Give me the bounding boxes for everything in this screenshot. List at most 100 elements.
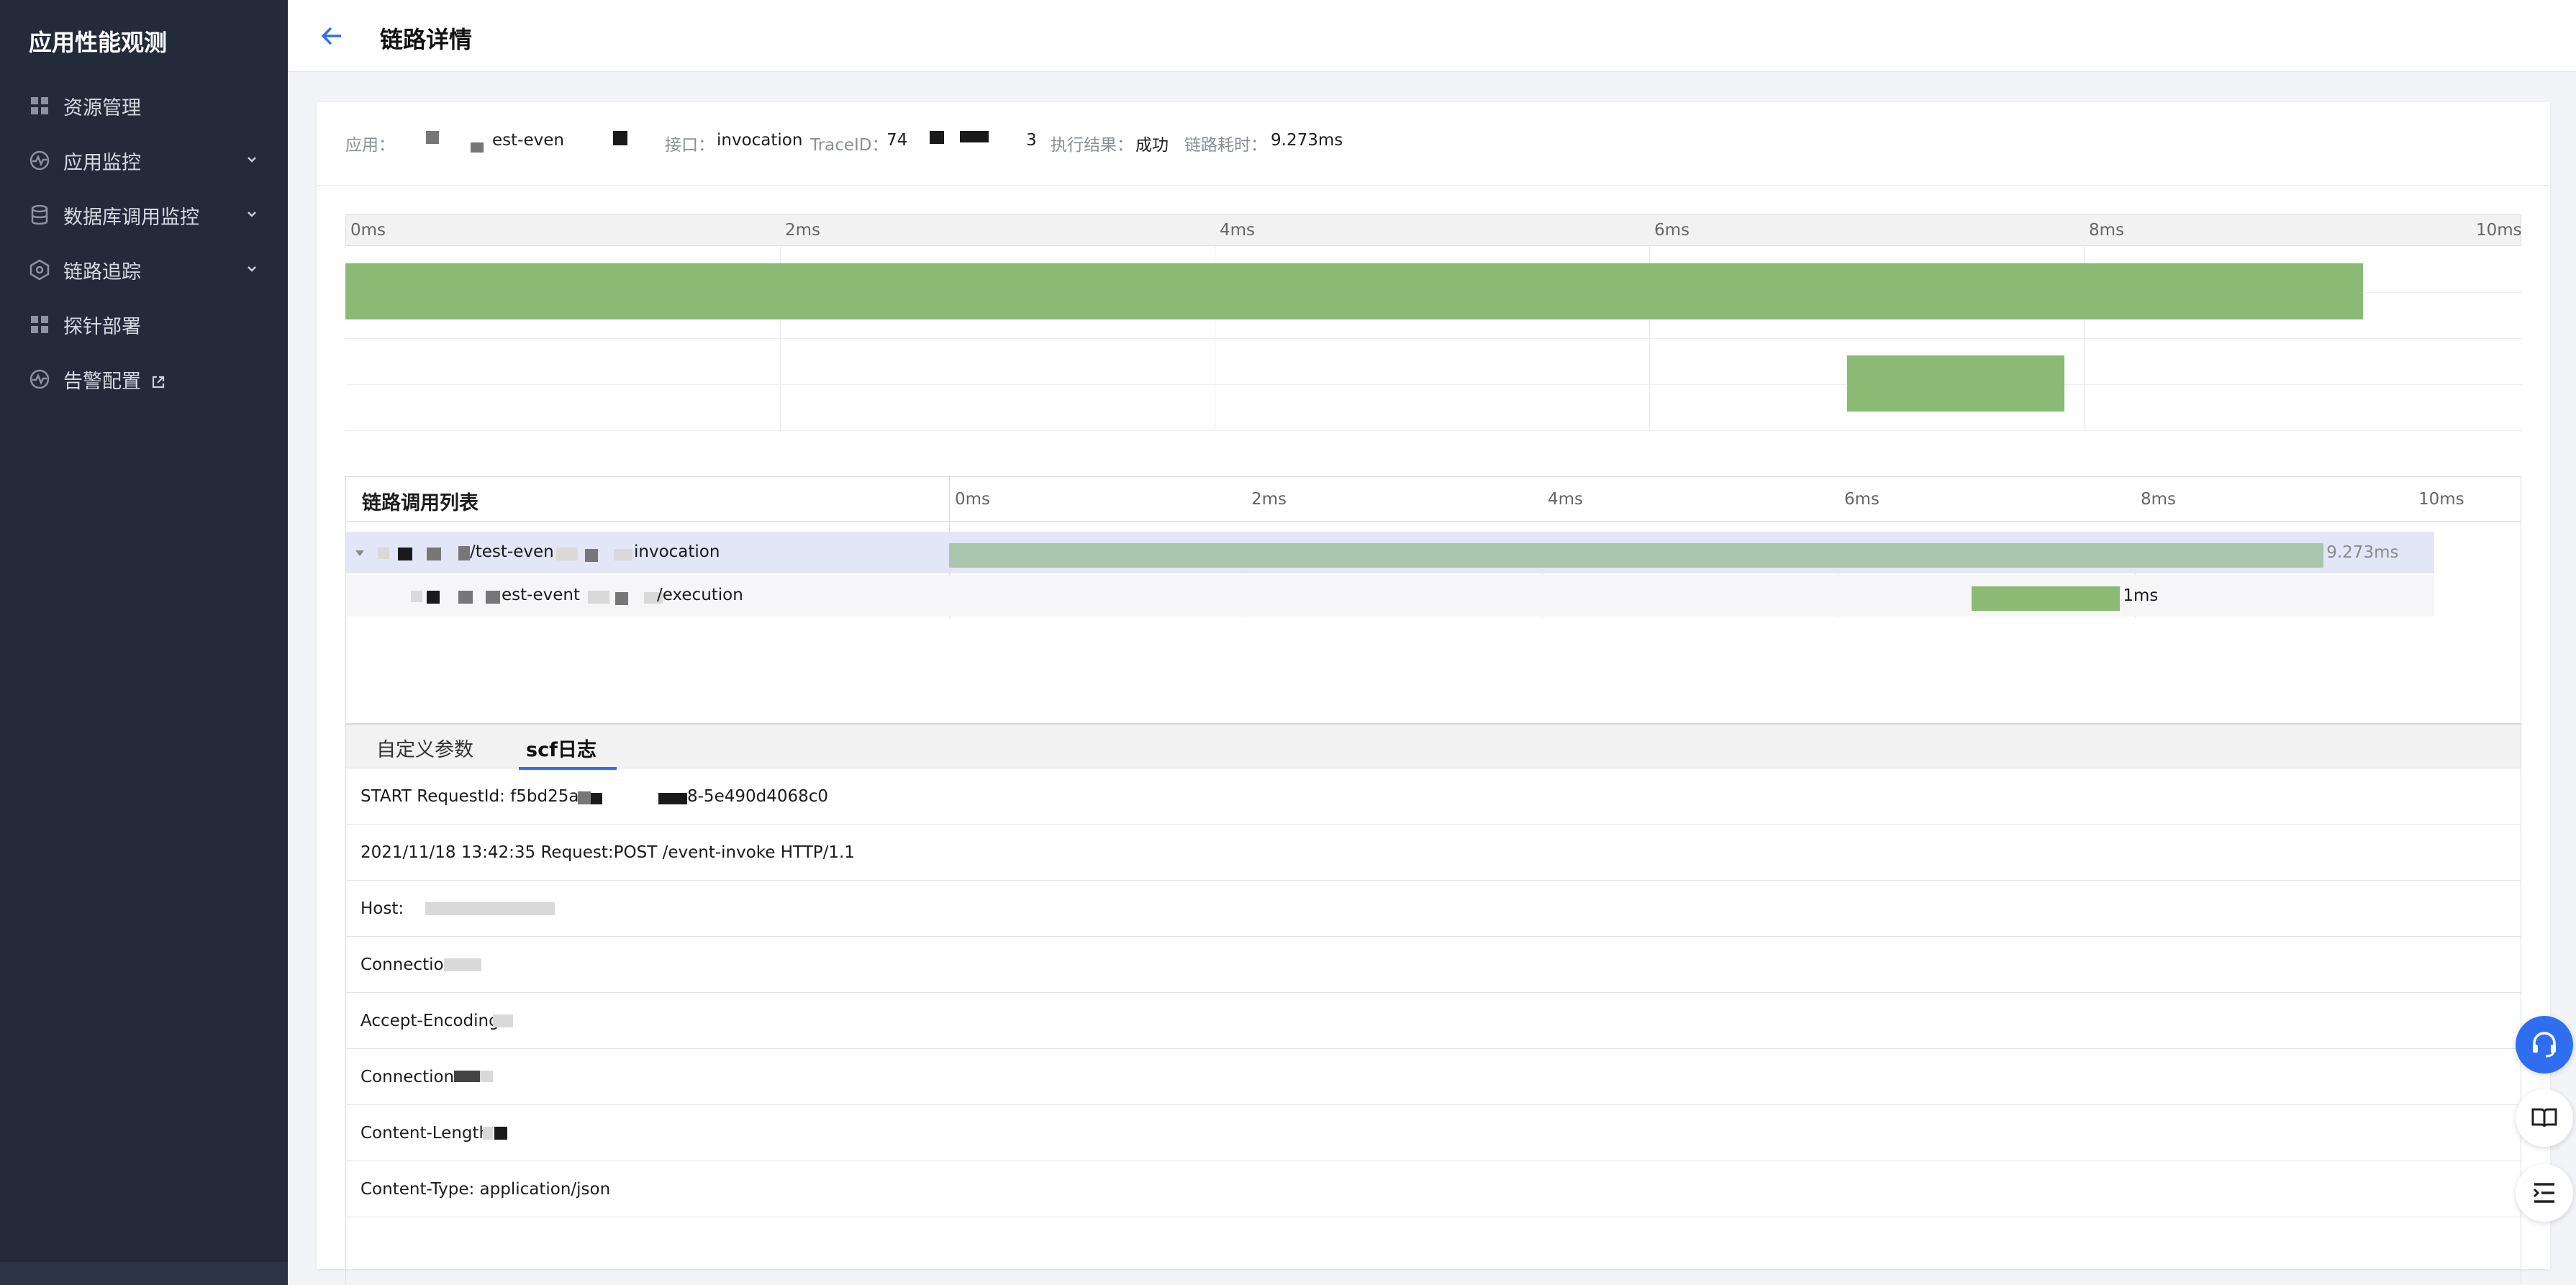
redacted-block <box>471 142 484 153</box>
log-line: 2021/11/18 13:42:35 Request:POST /event-… <box>346 825 2521 881</box>
redacted-block <box>614 549 632 560</box>
trace-row-name-suffix: invocation <box>634 542 720 561</box>
trace-list-tick: 0ms <box>955 490 991 509</box>
overview-tick: 8ms <box>2089 221 2125 240</box>
trace-row-name-prefix: est-event <box>502 586 580 604</box>
tab-scf-log[interactable]: scf日志 <box>526 734 597 762</box>
redacted-block <box>588 591 609 604</box>
redacted-block <box>411 591 422 602</box>
redacted-block <box>427 548 441 560</box>
app-value: est-even <box>492 131 564 150</box>
overview-tick: 10ms <box>2476 221 2522 240</box>
log-line: START RequestId: f5bd25a 8-5e490d4068c0 <box>346 768 2521 825</box>
redacted-block <box>426 131 439 144</box>
redacted-block <box>960 131 989 142</box>
trace-list-tick: 10ms <box>2418 490 2464 509</box>
log-line: Connection <box>346 1049 2521 1105</box>
sidebar-item-label: 告警配置 <box>63 365 165 394</box>
redacted-block <box>486 591 500 604</box>
log-panel: 自定义参数 scf日志 START RequestId: f5bd25a 8-5… <box>345 724 2521 1285</box>
sidebar-item-probe-deploy[interactable]: 探针部署 <box>0 302 288 347</box>
sidebar-item-label-text: 告警配置 <box>63 370 141 393</box>
sidebar-title: 应用性能观测 <box>29 29 168 56</box>
external-link-icon <box>152 376 165 389</box>
detail-tabs: 自定义参数 scf日志 <box>346 724 2521 770</box>
menu-toggle-button[interactable] <box>2516 1164 2573 1222</box>
trace-row-span-bar[interactable] <box>1972 586 2121 611</box>
redacted-block <box>591 793 602 804</box>
redacted-block <box>585 549 598 562</box>
overview-span-bar[interactable] <box>1846 355 2064 412</box>
trace-call-list: 链路调用列表 0ms 2ms 4ms 6ms 8ms 10ms /test-ev… <box>345 476 2521 724</box>
grid-line <box>345 384 2521 385</box>
overview-axis: 0ms 2ms 4ms 6ms 8ms 10ms <box>345 214 2522 246</box>
trace-row-duration: 9.273ms <box>2326 543 2399 562</box>
redacted-block <box>615 592 628 605</box>
trace-list-title: 链路调用列表 <box>362 492 479 514</box>
sidebar-item-trace[interactable]: 链路追踪 <box>0 248 288 292</box>
trace-row-duration: 1ms <box>2123 586 2159 605</box>
grid-line <box>345 430 2521 431</box>
log-line: Connection. <box>346 937 2521 993</box>
chevron-down-icon[interactable] <box>245 262 259 276</box>
redacted-block <box>425 902 555 915</box>
trace-row-name-prefix: /test-even <box>470 542 554 561</box>
pulse-icon <box>29 150 50 171</box>
redacted-block <box>613 131 627 145</box>
grid-icon <box>29 314 50 335</box>
sidebar-item-alert-config[interactable]: 告警配置 <box>0 357 288 401</box>
log-text: 8-5e490d4068c0 <box>687 787 829 806</box>
trace-list-tick: 6ms <box>1844 490 1880 509</box>
sidebar-item-label: 链路追踪 <box>63 260 141 283</box>
chevron-down-icon[interactable] <box>245 207 259 222</box>
book-icon <box>2531 1108 2557 1127</box>
redacted-block <box>458 546 470 560</box>
customer-service-button[interactable] <box>2516 1016 2573 1073</box>
database-icon <box>29 204 50 226</box>
overview-tick: 6ms <box>1654 221 1690 240</box>
log-text: Connection <box>360 1068 455 1086</box>
chevron-down-icon[interactable] <box>245 153 259 167</box>
redacted-block <box>378 548 389 559</box>
back-arrow-icon[interactable] <box>317 20 348 52</box>
tab-custom-params[interactable]: 自定义参数 <box>376 734 473 762</box>
sidebar: 应用性能观测 资源管理 应用监控 数据库调用监控 链路追踪 探针部署 告警配置 <box>0 0 288 1285</box>
trace-list-tick: 2ms <box>1251 490 1287 509</box>
sidebar-item-db-monitoring[interactable]: 数据库调用监控 <box>0 193 288 237</box>
sidebar-item-app-monitoring[interactable]: 应用监控 <box>0 138 288 183</box>
redacted-block <box>444 958 481 971</box>
grid-line <box>345 338 2521 339</box>
docs-button[interactable] <box>2516 1089 2573 1147</box>
sidebar-item-resource-management[interactable]: 资源管理 <box>0 83 288 128</box>
redacted-block <box>398 548 412 560</box>
trace-icon <box>29 259 50 281</box>
overview-tick: 0ms <box>350 221 386 240</box>
redacted-block <box>578 791 591 804</box>
caret-down-icon[interactable] <box>355 549 365 558</box>
trace-list-row[interactable]: /test-even invocation 9.273ms <box>346 532 2434 573</box>
api-label: 接口： <box>665 136 715 155</box>
log-text: Host: <box>360 899 404 918</box>
redacted-block <box>427 591 440 604</box>
log-line: Accept-Encoding. <box>346 993 2521 1049</box>
log-text: Content-Length <box>360 1124 490 1143</box>
trace-list-tick: 4ms <box>1548 490 1584 509</box>
list-indent-icon <box>2533 1183 2554 1203</box>
sidebar-item-label: 应用监控 <box>63 151 141 174</box>
redacted-block <box>494 1127 507 1140</box>
api-value: invocation <box>717 131 803 150</box>
trace-list-header: 链路调用列表 0ms 2ms 4ms 6ms 8ms 10ms <box>346 477 2521 522</box>
overview-tick: 4ms <box>1220 221 1256 240</box>
log-text: Content-Type: application/json <box>360 1180 611 1199</box>
traceid-label: TraceID： <box>810 136 889 155</box>
redacted-block <box>556 548 578 560</box>
headset-icon <box>2533 1032 2556 1058</box>
trace-list-row[interactable]: est-event /execution 1ms <box>346 575 2434 617</box>
overview-span-bar[interactable] <box>345 263 2364 319</box>
result-label: 执行结果： <box>1051 136 1133 155</box>
trace-list-tick: 8ms <box>2141 490 2177 509</box>
redacted-block <box>930 131 944 144</box>
redacted-block <box>454 1071 480 1082</box>
overview-tick: 2ms <box>785 221 821 240</box>
trace-row-span-bar[interactable] <box>949 543 2324 568</box>
